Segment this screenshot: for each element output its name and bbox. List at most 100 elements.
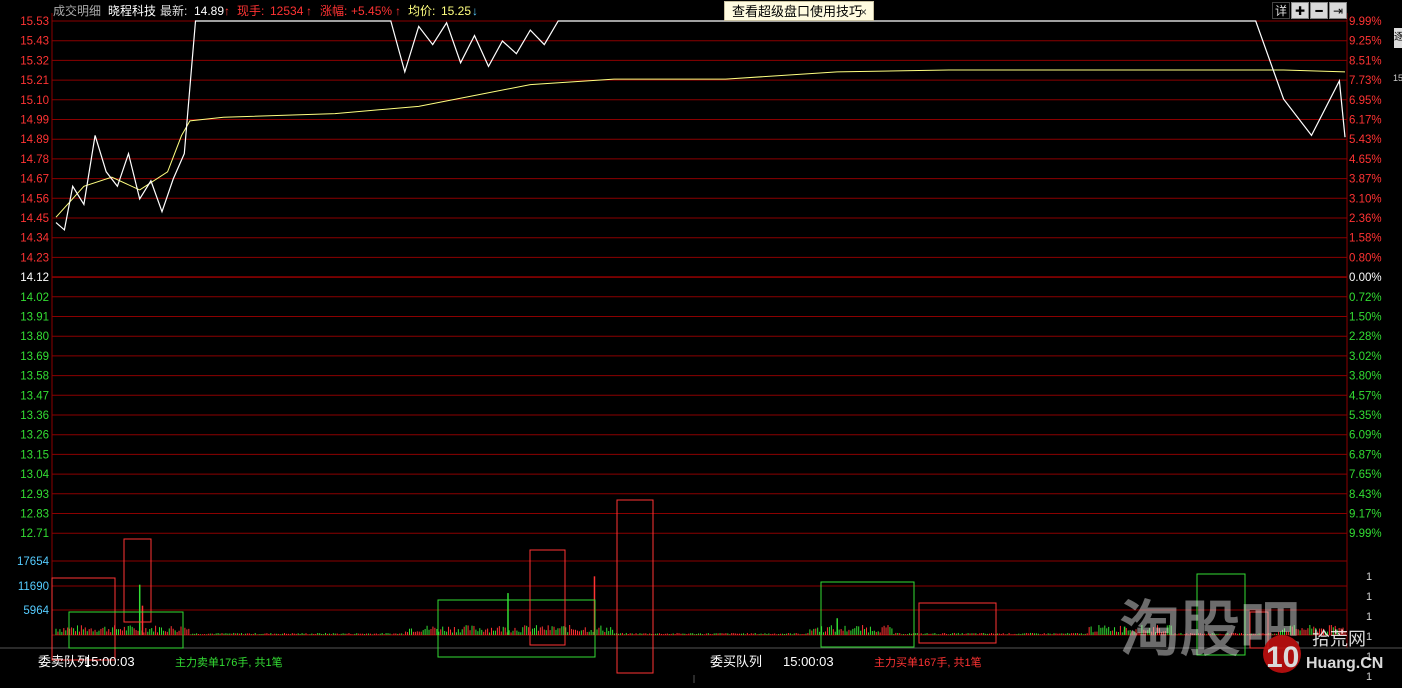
hand-label: 现手: <box>237 4 264 18</box>
price-tick-label: 13.69 <box>20 351 49 363</box>
price-tick-label: 15.43 <box>20 36 49 48</box>
price-tick-label: 13.47 <box>20 390 49 402</box>
price-tick-label: 14.78 <box>20 154 49 166</box>
percent-tick-label: 0.72% <box>1349 292 1382 304</box>
percent-tick-label: 0.80% <box>1349 252 1382 264</box>
price-tick-label: 15.10 <box>20 95 49 107</box>
right-volume-tick-label: 1 <box>1366 591 1372 603</box>
percent-tick-label: 3.02% <box>1349 351 1382 363</box>
percent-tick-label: 0.00% <box>1349 272 1382 284</box>
right-volume-tick-label: 1 <box>1366 571 1372 583</box>
avg-value: 15.25 <box>441 4 471 18</box>
price-tick-label: 13.36 <box>20 410 49 422</box>
percent-tick-label: 6.09% <box>1349 430 1382 442</box>
right-volume-tick-label: 1 <box>1366 671 1372 683</box>
right-volume-tick-label: 1 <box>1366 611 1372 623</box>
side-value: 15 <box>1393 73 1402 83</box>
intraday-chart: 15.53 15.43 15.32 15.21 15.10 14.99 14.89 14.78… <box>0 3 1402 683</box>
volume-tick-label: 11690 <box>18 581 49 593</box>
price-tick-label: 14.45 <box>20 213 49 225</box>
watermark-site-top: 拾荒网 <box>1312 629 1366 649</box>
percent-tick-label: 6.95% <box>1349 95 1382 107</box>
watermark-site-bottom: Huang.CN <box>1306 655 1383 672</box>
change-label: 涨幅: <box>320 3 347 18</box>
sell-queue-info: 主力卖单176手, 共1笔 <box>175 655 283 669</box>
right-volume-tick-label: 1 <box>1366 631 1372 643</box>
close-icon[interactable]: × <box>860 2 867 22</box>
percent-tick-label: 3.10% <box>1349 193 1382 205</box>
percent-tick-label: 3.80% <box>1349 371 1382 383</box>
watermark: 淘股吧 10 拾荒网 Huang.CN <box>1120 596 1383 674</box>
average-price-line <box>55 69 1346 218</box>
latest-value: 14.89 <box>194 4 224 18</box>
latest-label: 最新: <box>160 3 187 18</box>
price-tick-label: 13.26 <box>20 430 49 442</box>
percent-tick-label: 7.73% <box>1349 75 1382 87</box>
plus-icon[interactable]: ✚ <box>1291 2 1309 19</box>
price-tick-label: 15.21 <box>20 75 49 87</box>
price-tick-label: 12.83 <box>20 509 49 521</box>
watermark-number: 10 <box>1266 641 1299 674</box>
buy-queue-time: 15:00:03 <box>783 654 834 669</box>
minus-icon[interactable]: ━ <box>1310 2 1328 19</box>
buy-queue-label: 委买队列 <box>710 654 762 669</box>
percent-tick-label: 4.65% <box>1349 154 1382 166</box>
tip-text: 查看超级盘口使用技巧 <box>732 4 863 19</box>
stock-name: 晓程科技 <box>108 3 156 18</box>
highlight-box <box>68 611 184 649</box>
price-tick-label: 14.67 <box>20 174 49 186</box>
hand-value: 12534 <box>270 4 304 18</box>
price-tick-label: 14.34 <box>20 233 49 245</box>
highlight-box <box>820 581 915 648</box>
highlight-box <box>918 602 997 644</box>
percent-tick-label: 9.99% <box>1349 528 1382 540</box>
percent-tick-label: 9.17% <box>1349 509 1382 521</box>
percent-tick-label: 8.51% <box>1349 55 1382 67</box>
exit-icon[interactable]: ⇥ <box>1329 2 1347 19</box>
price-tick-label: 15.53 <box>20 16 49 28</box>
buy-queue-info: 主力买单167手, 共1笔 <box>874 655 982 669</box>
detail-button[interactable]: 详 <box>1272 2 1290 19</box>
percent-tick-label: 5.35% <box>1349 410 1382 422</box>
price-tick-label: 13.58 <box>20 371 49 383</box>
price-tick-label: 14.89 <box>20 134 49 146</box>
sell-queue-label: 委卖队列 <box>38 654 90 669</box>
queue-bar: 委卖队列 15:00:03 主力卖单176手, 共1笔 委买队列 15:00:0… <box>38 654 982 683</box>
tip-banner[interactable]: 查看超级盘口使用技巧 × <box>724 1 874 21</box>
percent-tick-label: 8.43% <box>1349 489 1382 501</box>
price-tick-label: 14.23 <box>20 252 49 264</box>
percent-tick-label: 7.65% <box>1349 469 1382 481</box>
percent-tick-label: 2.28% <box>1349 331 1382 343</box>
price-tick-label: 12.93 <box>20 489 49 501</box>
price-tick-label: 13.15 <box>20 449 49 461</box>
tab-trade-details[interactable]: 成交明细 <box>53 3 101 18</box>
percent-tick-label: 5.43% <box>1349 134 1382 146</box>
side-tab-button[interactable]: 逐 <box>1394 28 1402 48</box>
percent-tick-label: 3.87% <box>1349 174 1382 186</box>
price-tick-label: 13.80 <box>20 331 49 343</box>
price-tick-label: 15.32 <box>20 55 49 67</box>
price-tick-label: 14.12 <box>20 272 49 284</box>
hand-up-icon: ↑ <box>306 4 312 18</box>
latest-up-icon: ↑ <box>224 4 230 18</box>
intraday-chart-window: 15.53 15.43 15.32 15.21 15.10 14.99 14.89 14.78… <box>0 0 1402 683</box>
percent-tick-label: 6.87% <box>1349 449 1382 461</box>
price-tick-label: 12.71 <box>20 528 49 540</box>
chart-grid <box>0 13 1402 649</box>
percent-tick-label: 1.58% <box>1349 233 1382 245</box>
volume-tick-label: 5964 <box>23 605 49 617</box>
change-value: +5.45% <box>351 4 392 18</box>
price-tick-label: 14.02 <box>20 292 49 304</box>
chart-header: 成交明细 晓程科技 最新: 14.89 ↑ 现手: 12534 ↑ 涨幅: +5… <box>53 3 478 18</box>
volume-tick-label: 17654 <box>17 556 50 568</box>
sell-queue-time: 15:00:03 <box>84 654 135 669</box>
price-tick-label: 14.99 <box>20 115 49 127</box>
avg-label: 均价: <box>408 4 435 18</box>
percent-tick-label: 9.25% <box>1349 36 1382 48</box>
change-up-icon: ↑ <box>395 4 401 18</box>
avg-down-icon: ↓ <box>472 4 478 18</box>
percent-tick-label: 4.57% <box>1349 390 1382 402</box>
percent-tick-label: 6.17% <box>1349 115 1382 127</box>
price-tick-label: 14.56 <box>20 193 49 205</box>
price-tick-label: 13.91 <box>20 312 49 324</box>
